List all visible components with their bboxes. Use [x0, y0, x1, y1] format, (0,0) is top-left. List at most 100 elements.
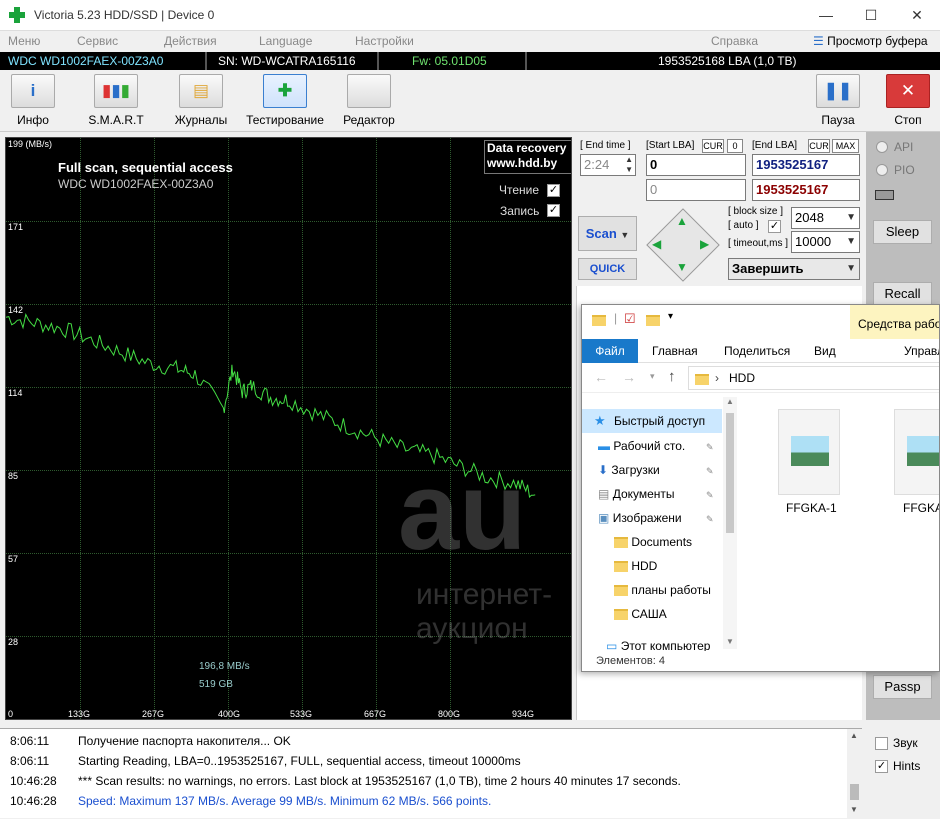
hints-checkbox[interactable]: ✓: [875, 760, 888, 773]
end-cur-button[interactable]: CUR: [808, 139, 830, 153]
arrow-up-icon[interactable]: ▲: [676, 214, 688, 228]
nav-item-this-pc[interactable]: ▭ Этот компьютер: [606, 639, 710, 651]
pio-radio[interactable]: [876, 164, 888, 176]
start-zero-button[interactable]: 0: [727, 139, 743, 153]
timeout-select[interactable]: 10000 ▼: [791, 231, 860, 253]
end-lba-label: [End LBA]: [752, 140, 798, 151]
quick-button[interactable]: QUICK: [578, 258, 637, 280]
up-arrow-icon[interactable]: ↑: [668, 368, 676, 385]
menu-item-language[interactable]: Language: [259, 34, 312, 48]
block-size-select[interactable]: 2048 ▼: [791, 207, 860, 229]
properties-icon[interactable]: ☑: [624, 311, 636, 327]
nav-quick-access[interactable]: ★ Быстрый доступ: [582, 409, 722, 433]
start-lba-field[interactable]: 0: [646, 154, 746, 176]
tab-share[interactable]: Поделиться: [724, 344, 790, 358]
sleep-button[interactable]: Sleep: [873, 220, 932, 244]
menu-item-menu[interactable]: Меню: [8, 34, 40, 48]
read-legend-label: Чтение: [499, 183, 540, 197]
nav-item-hdd[interactable]: HDD: [614, 559, 657, 573]
menu-item-help[interactable]: Справка: [711, 34, 758, 48]
tab-home[interactable]: Главная: [652, 344, 698, 358]
end-time-field[interactable]: 2:24 ▲ ▼: [580, 154, 636, 176]
nav-item-documents[interactable]: ▤ Документы: [598, 487, 675, 501]
menu-item-actions[interactable]: Действия: [164, 34, 217, 48]
file-name[interactable]: FFGKA-1: [786, 501, 837, 515]
smart-button[interactable]: ▮ ▮ ▮ S.M.A.R.T: [86, 74, 146, 127]
log-scrollbar[interactable]: ▲ ▼: [847, 729, 862, 819]
tab-view[interactable]: Вид: [814, 344, 836, 358]
scroll-down-icon[interactable]: ▼: [850, 805, 858, 814]
nav-label: Рабочий сто.: [613, 439, 686, 453]
nav-item-sasha[interactable]: САША: [614, 607, 667, 621]
start-cur-button[interactable]: CUR: [702, 139, 724, 153]
image-file-icon: [907, 436, 939, 466]
write-checkbox[interactable]: ✓: [547, 204, 560, 217]
end-time-label: [ End time ]: [580, 140, 631, 151]
arrow-down-icon[interactable]: ▼: [676, 260, 688, 274]
menu-item-settings[interactable]: Настройки: [355, 34, 414, 48]
new-folder-icon[interactable]: [646, 313, 660, 327]
scroll-up-icon[interactable]: ▲: [850, 731, 858, 740]
editor-button[interactable]: Редактор: [340, 74, 398, 127]
scroll-up-icon[interactable]: ▲: [726, 397, 734, 406]
folder-icon: [614, 561, 628, 573]
image-file-icon: [791, 436, 829, 466]
log-row: 8:06:11 Получение паспорта накопителя... …: [10, 734, 291, 750]
stop-button[interactable]: ✕ Стоп: [885, 74, 931, 127]
tab-manage[interactable]: Управл: [904, 344, 939, 358]
nav-item-documents-folder[interactable]: Documents: [614, 535, 692, 549]
menu-item-service[interactable]: Сервис: [77, 34, 118, 48]
spinner-icon[interactable]: ▲ ▼: [625, 155, 633, 175]
scroll-thumb[interactable]: [726, 413, 734, 533]
file-thumbnail[interactable]: [894, 409, 939, 495]
scroll-down-icon[interactable]: ▼: [726, 637, 734, 646]
ribbon-tabs: Файл Главная Поделиться Вид Управл: [582, 339, 939, 363]
end-max-button[interactable]: MAX: [832, 139, 859, 153]
direction-pad[interactable]: ▲ ▼ ◀ ▶: [646, 208, 720, 282]
file-name[interactable]: FFGKA-: [903, 501, 939, 515]
testing-button[interactable]: ✚ Тестирование: [244, 74, 326, 127]
forward-arrow-icon[interactable]: →: [622, 369, 636, 385]
nav-scrollbar[interactable]: ▲ ▼: [723, 397, 737, 649]
close-window-button[interactable]: ✕: [894, 0, 940, 31]
clipboard-view-button[interactable]: ☰ Просмотр буфера: [813, 34, 928, 48]
pin-icon[interactable]: ✎: [706, 442, 714, 453]
maximize-button[interactable]: ☐: [848, 0, 894, 31]
info-button[interactable]: i Инфо: [10, 74, 56, 127]
log-time: 8:06:11: [10, 734, 50, 748]
recent-dropdown-icon[interactable]: ▾: [650, 371, 655, 382]
log-row: 10:46:28 Speed: Maximum 137 MB/s. Average…: [10, 794, 491, 810]
dropdown-arrow-icon: ▼: [620, 230, 630, 240]
nav-item-desktop[interactable]: ▬ Рабочий сто.: [598, 439, 685, 453]
back-arrow-icon[interactable]: ←: [594, 369, 608, 385]
download-icon: ⬇: [598, 463, 609, 477]
quick-access-toolbar-icon[interactable]: ▾: [668, 311, 673, 322]
scroll-thumb[interactable]: [850, 784, 859, 800]
pause-button[interactable]: ❚❚ Пауза: [815, 74, 861, 127]
minimize-button[interactable]: —: [803, 0, 849, 31]
picture-tools-header: Средства работ: [850, 305, 939, 339]
sound-checkbox[interactable]: [875, 737, 888, 750]
nav-item-pictures[interactable]: ▣ Изображени: [598, 511, 682, 525]
passp-button[interactable]: Passp: [873, 675, 932, 699]
nav-item-work-plans[interactable]: планы работы: [614, 583, 711, 597]
end-lba-field[interactable]: 1953525167: [752, 154, 860, 176]
auto-checkbox[interactable]: ✓: [768, 220, 781, 233]
address-bar[interactable]: › HDD: [688, 366, 939, 390]
pin-icon[interactable]: ✎: [706, 466, 714, 477]
arrow-left-icon[interactable]: ◀: [652, 237, 661, 251]
pin-icon[interactable]: ✎: [706, 514, 714, 525]
logs-button[interactable]: ▤ Журналы: [171, 74, 231, 127]
api-radio[interactable]: [876, 141, 888, 153]
pin-icon[interactable]: ✎: [706, 490, 714, 501]
arrow-right-icon[interactable]: ▶: [700, 237, 709, 251]
scan-button[interactable]: Scan ▼: [578, 216, 637, 251]
tab-file[interactable]: Файл: [582, 339, 638, 363]
finish-action-select[interactable]: Завершить ▼: [728, 258, 860, 280]
start-lba-current: 0: [646, 179, 746, 201]
breadcrumb-hdd[interactable]: HDD: [729, 371, 755, 385]
file-thumbnail[interactable]: [778, 409, 840, 495]
read-checkbox[interactable]: ✓: [547, 184, 560, 197]
nav-item-downloads[interactable]: ⬇ Загрузки: [598, 463, 660, 477]
recall-button[interactable]: Recall: [873, 282, 932, 306]
